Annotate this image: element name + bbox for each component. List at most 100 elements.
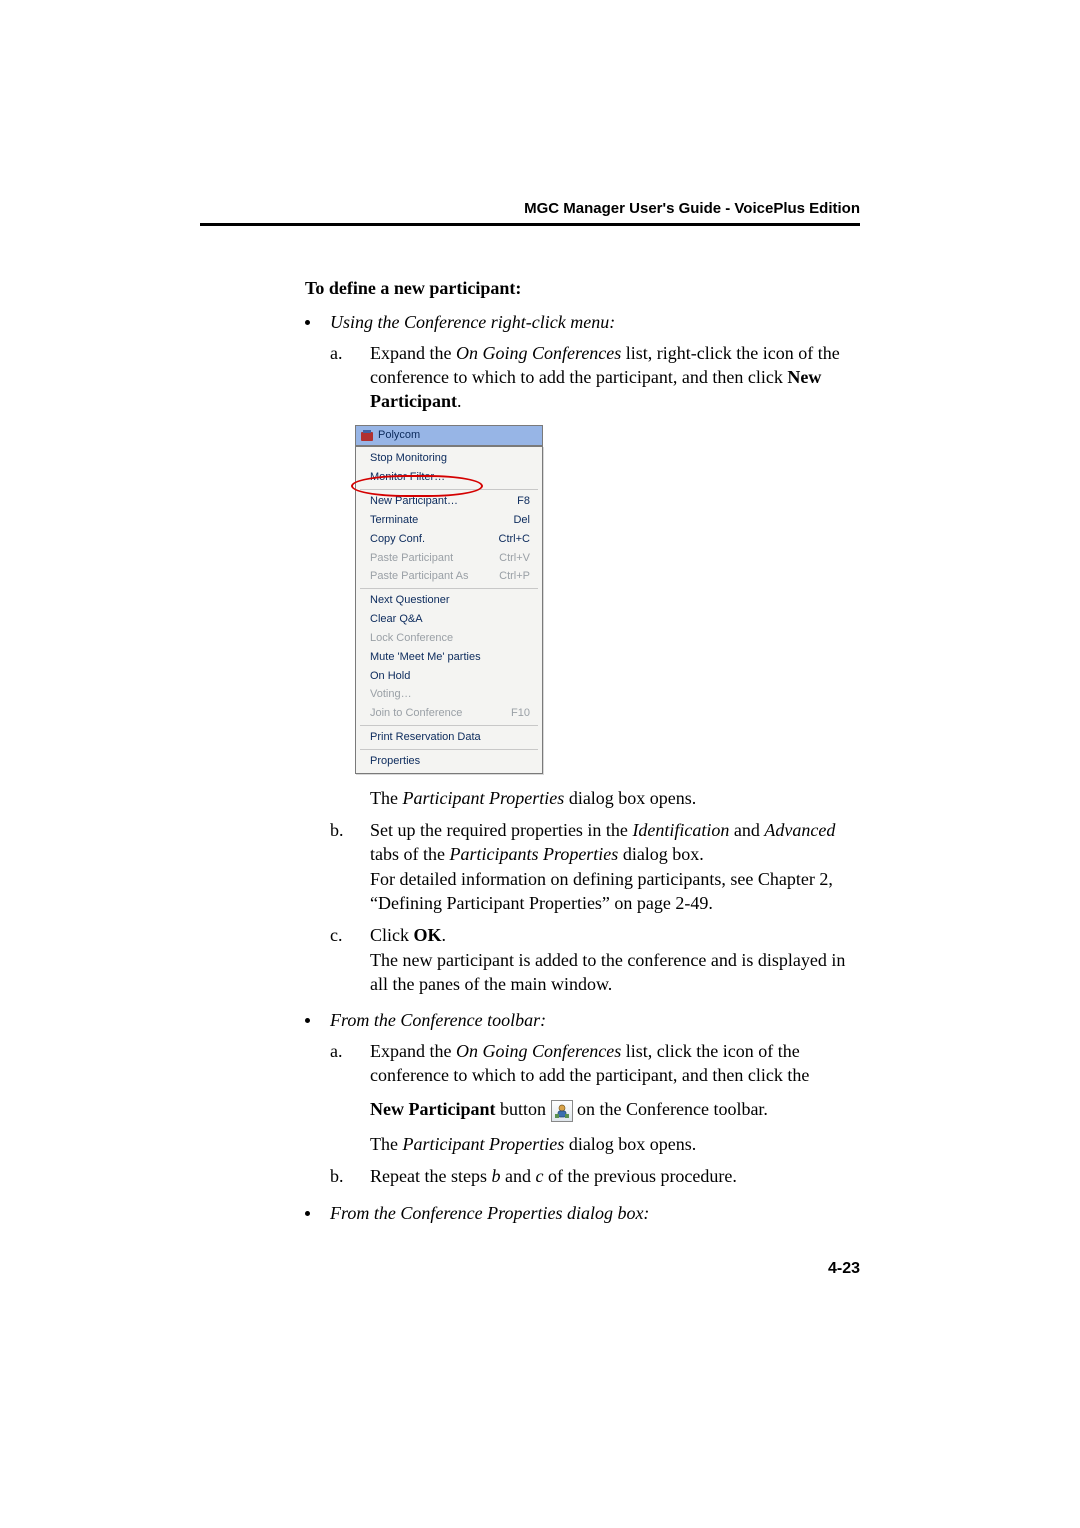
menu-shortcut: F10 [511, 706, 530, 721]
text-fragment: The [370, 788, 402, 808]
text-fragment: Advanced [764, 820, 835, 840]
text-fragment: Participants Properties [449, 844, 618, 864]
menu-item-print-reservation[interactable]: Print Reservation Data [356, 728, 542, 747]
step-a: a. Expand the On Going Conferences list,… [330, 341, 865, 414]
page-header: MGC Manager User's Guide - VoicePlus Edi… [200, 200, 860, 226]
step-marker: a. [330, 1039, 348, 1157]
menu-label: Monitor Filter… [370, 470, 445, 485]
list-item: From the Conference Properties dialog bo… [305, 1201, 865, 1225]
menu-label: Clear Q&A [370, 612, 423, 627]
menu-item-copy-conf[interactable]: Copy Conf. Ctrl+C [356, 530, 542, 549]
context-menu-figure: Polycom Stop Monitoring Monitor Filter… … [355, 425, 865, 773]
menu-label: Voting… [370, 687, 412, 702]
menu-item-on-hold[interactable]: On Hold [356, 667, 542, 686]
text-fragment: button [495, 1099, 550, 1119]
menu-separator [360, 588, 538, 589]
text-fragment: dialog box opens. [564, 788, 696, 808]
menu-item-clear-qna[interactable]: Clear Q&A [356, 610, 542, 629]
step-marker: c. [330, 923, 348, 996]
step-text: Set up the required properties in the Id… [370, 818, 865, 915]
list-item: Using the Conference right-click menu: [305, 310, 865, 334]
step-text: Expand the On Going Conferences list, cl… [370, 1039, 865, 1157]
bullet-icon [305, 1018, 310, 1023]
text-fragment: . [442, 925, 447, 945]
text-fragment: The [370, 1134, 402, 1154]
header-rule [200, 223, 860, 226]
text-fragment: Repeat the steps [370, 1166, 491, 1186]
bullet-text: Using the Conference right-click menu: [330, 310, 615, 334]
text-fragment: Expand the [370, 1041, 456, 1061]
bullet-icon [305, 1211, 310, 1216]
running-head: MGC Manager User's Guide - VoicePlus Edi… [200, 200, 860, 217]
menu-item-new-participant[interactable]: New Participant… F8 [356, 492, 542, 511]
text-fragment: Set up the required properties in the [370, 820, 632, 840]
step-marker: b. [330, 818, 348, 915]
menu-label: Mute 'Meet Me' parties [370, 650, 481, 665]
menu-item-join-conference: Join to Conference F10 [356, 704, 542, 723]
text-fragment: Expand the [370, 343, 456, 363]
menu-item-next-questioner[interactable]: Next Questioner [356, 591, 542, 610]
menu-label: On Hold [370, 669, 410, 684]
tree-item-header: Polycom [356, 426, 542, 445]
menu-label: Stop Monitoring [370, 451, 447, 466]
menu-label: Paste Participant As [370, 569, 468, 584]
menu-label: Terminate [370, 513, 418, 528]
figure-wrap: Polycom Stop Monitoring Monitor Filter… … [355, 425, 543, 773]
menu-label: Properties [370, 754, 420, 769]
step-text: The Participant Properties dialog box op… [370, 786, 865, 810]
step-text: Expand the On Going Conferences list, ri… [370, 341, 865, 414]
text-fragment: Identification [632, 820, 729, 840]
text-fragment: OK [414, 925, 442, 945]
bullet-text: From the Conference Properties dialog bo… [330, 1201, 649, 1225]
menu-item-stop-monitoring[interactable]: Stop Monitoring [356, 449, 542, 468]
text-fragment: On Going Conferences [456, 343, 621, 363]
menu-item-monitor-filter[interactable]: Monitor Filter… [356, 468, 542, 487]
tree-item-label: Polycom [378, 428, 420, 443]
menu-label: New Participant… [370, 494, 458, 509]
step-c: c. Click OK. The new participant is adde… [330, 923, 865, 996]
text-fragment: on the Conference toolbar. [573, 1099, 768, 1119]
menu-separator [360, 749, 538, 750]
text-line: New Participant button on the Conference… [370, 1097, 865, 1122]
menu-label: Lock Conference [370, 631, 453, 646]
text-fragment: New Participant [370, 1099, 495, 1119]
text-fragment: Participant Properties [402, 1134, 564, 1154]
text-line: The new participant is added to the conf… [370, 948, 865, 997]
menu-shortcut: F8 [517, 494, 530, 509]
page: MGC Manager User's Guide - VoicePlus Edi… [0, 0, 1080, 1528]
step-marker-empty [330, 786, 348, 810]
text-line: The Participant Properties dialog box op… [370, 1132, 865, 1156]
menu-item-mute-meet-me[interactable]: Mute 'Meet Me' parties [356, 648, 542, 667]
list-item: From the Conference toolbar: [305, 1008, 865, 1032]
menu-item-properties[interactable]: Properties [356, 752, 542, 771]
new-participant-icon [551, 1100, 573, 1122]
step-result: The Participant Properties dialog box op… [330, 786, 865, 810]
menu-item-paste-participant: Paste ParticipantCtrl+V [356, 549, 542, 568]
text-fragment: On Going Conferences [456, 1041, 621, 1061]
page-number: 4-23 [828, 1260, 860, 1278]
tree-item-selected: Polycom [355, 425, 543, 446]
context-menu: Stop Monitoring Monitor Filter… New Part… [355, 446, 543, 774]
menu-label: Join to Conference [370, 706, 462, 721]
menu-separator [360, 489, 538, 490]
menu-shortcut: Ctrl+C [499, 532, 530, 547]
menu-label: Paste Participant [370, 551, 453, 566]
text-fragment: dialog box. [618, 844, 704, 864]
menu-item-voting: Voting… [356, 685, 542, 704]
conference-icon [360, 429, 374, 443]
menu-label: Copy Conf. [370, 532, 425, 547]
text-fragment: of the previous procedure. [543, 1166, 736, 1186]
menu-shortcut: Del [513, 513, 530, 528]
menu-shortcut: Ctrl+P [499, 569, 530, 584]
text-fragment: dialog box opens. [564, 1134, 696, 1154]
menu-label: Print Reservation Data [370, 730, 481, 745]
step-b: b. Repeat the steps b and c of the previ… [330, 1164, 865, 1188]
text-fragment: Click [370, 925, 414, 945]
menu-separator [360, 725, 538, 726]
bullet-text: From the Conference toolbar: [330, 1008, 546, 1032]
menu-item-terminate[interactable]: Terminate Del [356, 511, 542, 530]
menu-label: Next Questioner [370, 593, 449, 608]
step-a: a. Expand the On Going Conferences list,… [330, 1039, 865, 1157]
menu-item-lock-conference: Lock Conference [356, 629, 542, 648]
step-text: Repeat the steps b and c of the previous… [370, 1164, 865, 1188]
